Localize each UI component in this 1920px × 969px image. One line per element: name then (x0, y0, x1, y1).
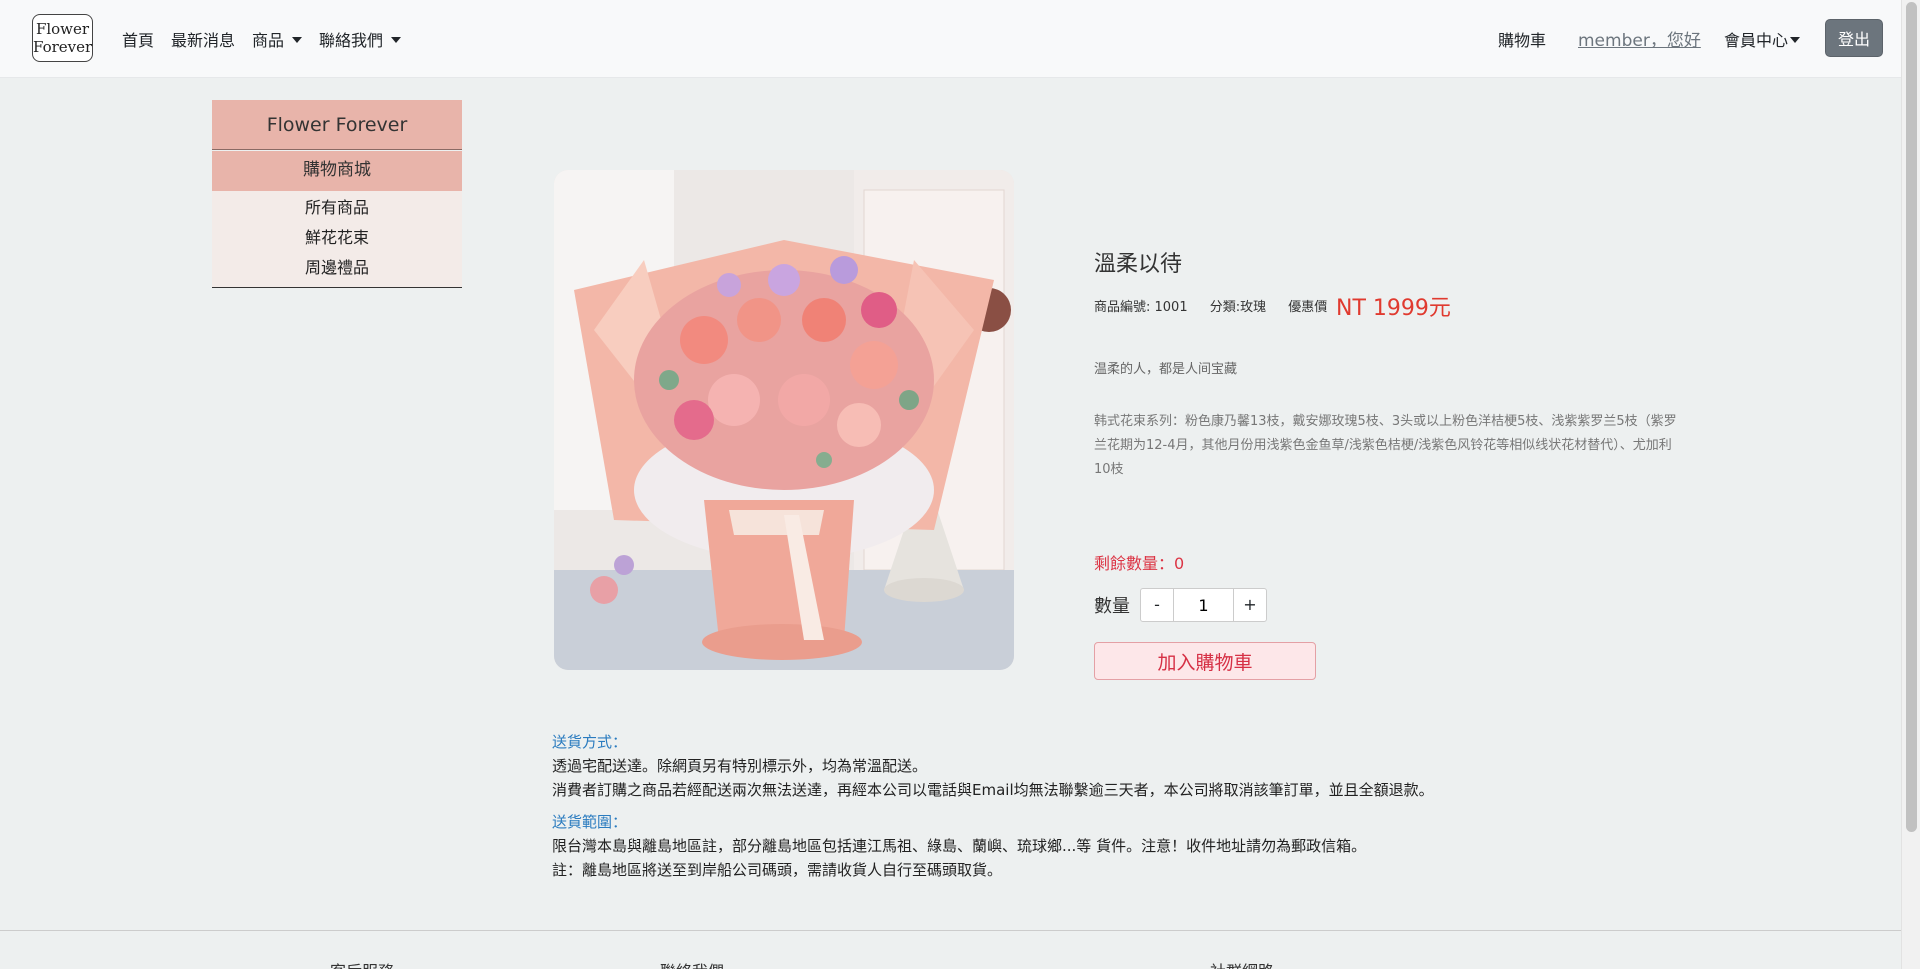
shipping-range-line2: 註：離島地區將送至到岸船公司碼頭，需請收貨人自行至碼頭取貨。 (552, 861, 1003, 879)
discount-label: 優惠價 (1288, 300, 1328, 315)
product-category: 分類:玫瑰 (1209, 300, 1267, 315)
quantity-input[interactable] (1173, 588, 1234, 622)
scrollbar-thumb[interactable] (1906, 2, 1917, 832)
member-center-dropdown[interactable]: 會員中心 (1724, 27, 1801, 51)
sidebar-title: Flower Forever (212, 100, 462, 150)
product-meta: 商品編號: 1001 分類:玫瑰 優惠價 (1094, 296, 1345, 315)
product-description: 韩式花束系列：粉色康乃馨13枝，戴安娜玫瑰5枝、3头或以上粉色洋桔梗5枝、浅紫紫… (1094, 414, 1677, 477)
stock-remaining: 剩餘數量：0 (1094, 554, 1185, 573)
page-scrollbar[interactable] (1901, 0, 1920, 969)
sidebar-item-gifts[interactable]: 周邊禮品 (212, 253, 462, 283)
caret-down-icon (391, 37, 402, 43)
nav-home[interactable]: 首頁 (122, 27, 154, 51)
shipping-method-line2: 消費者訂購之商品若經配送兩次無法送達，再經本公司以電話與Email均無法聯繫逾三… (552, 781, 1434, 799)
quantity-decrease-button[interactable]: - (1140, 588, 1174, 622)
shipping-info: 送貨方式： 透過宅配送達。除網頁另有特別標示外，均為常溫配送。 消費者訂購之商品… (552, 730, 1552, 882)
product-image (554, 170, 1014, 670)
product-tagline: 温柔的人，都是人间宝藏 (1094, 362, 1238, 377)
caret-down-icon (1790, 37, 1801, 43)
bouquet-illustration (554, 170, 1014, 670)
quantity-label: 數量 (1094, 596, 1130, 617)
nav-news[interactable]: 最新消息 (171, 27, 235, 51)
nav-cart[interactable]: 購物車 (1498, 27, 1546, 51)
footer-social: 社群網路 (1210, 958, 1274, 969)
add-to-cart-button[interactable]: 加入購物車 (1094, 642, 1316, 680)
footer-customer-service: 客后服務 (330, 958, 394, 969)
main-nav: 首頁 最新消息 商品 聯絡我們 (122, 27, 402, 51)
sidebar-list: 所有商品 鮮花花束 周邊禮品 (212, 191, 462, 288)
footer-divider (0, 930, 1901, 931)
shop-sidebar: Flower Forever 購物商城 所有商品 鮮花花束 周邊禮品 (212, 100, 462, 288)
shipping-method-title: 送貨方式： (552, 733, 628, 751)
nav-contact-label: 聯絡我們 (319, 31, 384, 50)
logo-line1: Flower (35, 20, 90, 38)
sidebar-item-all-products[interactable]: 所有商品 (212, 193, 462, 223)
footer-contact: 聯絡我們 (660, 958, 724, 969)
shipping-method-line1: 透過宅配送達。除網頁另有特別標示外，均為常溫配送。 (552, 757, 928, 775)
brand-logo[interactable]: Flower Forever (32, 14, 93, 62)
nav-contact-dropdown[interactable]: 聯絡我們 (319, 27, 402, 51)
quantity-increase-button[interactable]: + (1233, 588, 1267, 622)
shipping-range-line1: 限台灣本島與離島地區註，部分離島地區包括連江馬祖、綠島、蘭嶼、琉球鄉...等 貨… (552, 837, 1367, 855)
shipping-range-title: 送貨範圍： (552, 813, 628, 831)
member-center-label: 會員中心 (1724, 31, 1789, 50)
caret-down-icon (292, 37, 303, 43)
logout-button[interactable]: 登出 (1825, 19, 1883, 57)
member-greeting-link[interactable]: member，您好 (1578, 26, 1701, 51)
top-navbar: Flower Forever 首頁 最新消息 商品 聯絡我們 購物車 membe… (0, 0, 1901, 78)
sidebar-section-shop[interactable]: 購物商城 (212, 151, 462, 191)
product-title: 溫柔以待 (1094, 252, 1183, 277)
product-id: 商品編號: 1001 (1094, 300, 1188, 315)
sidebar-item-bouquets[interactable]: 鮮花花束 (212, 223, 462, 253)
nav-products-label: 商品 (252, 31, 285, 50)
nav-products-dropdown[interactable]: 商品 (252, 27, 303, 51)
logo-line2: Forever (33, 38, 93, 56)
product-price: NT 1999元 (1336, 296, 1451, 321)
